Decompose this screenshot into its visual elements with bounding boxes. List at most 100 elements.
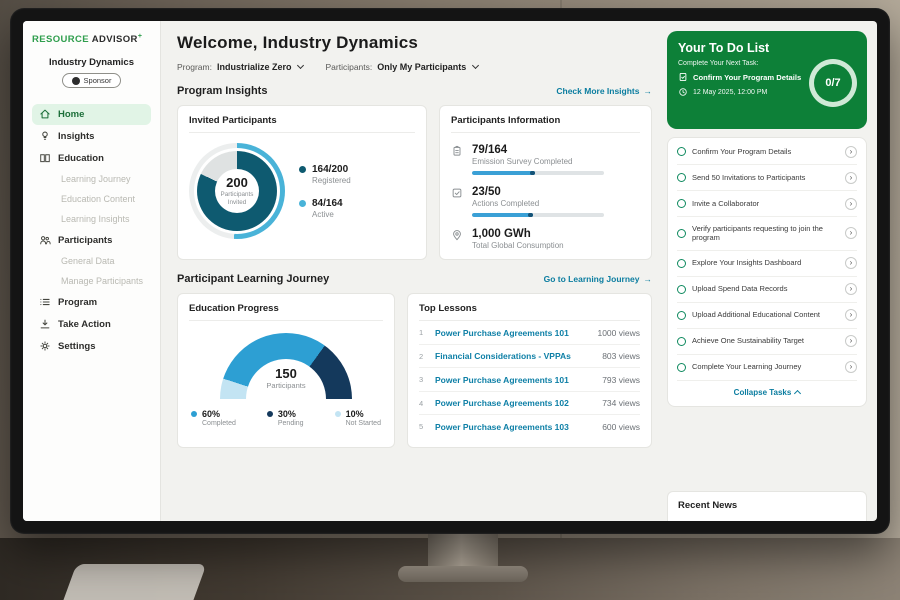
go-to-learning-journey-link[interactable]: Go to Learning Journey → [544, 274, 652, 284]
sidebar-item-learning-insights[interactable]: Learning Insights [32, 210, 151, 229]
participants-filter-label: Participants: [325, 62, 372, 72]
sidebar-item-manage-participants[interactable]: Manage Participants [32, 272, 151, 291]
task-label: Verify participants requesting to join t… [692, 224, 839, 244]
sidebar-item-insights[interactable]: Insights [32, 126, 151, 147]
check-square-icon [451, 187, 463, 199]
task-checkbox[interactable] [677, 337, 686, 346]
main-content: Welcome, Industry Dynamics Program: Indu… [161, 21, 665, 521]
sidebar-item-learning-journey[interactable]: Learning Journey [32, 170, 151, 189]
collapse-tasks-link[interactable]: Collapse Tasks [677, 381, 857, 403]
sidebar-item-home[interactable]: Home [32, 104, 151, 125]
task-chevron-right-icon[interactable]: › [845, 283, 857, 295]
sidebar-item-education-content[interactable]: Education Content [32, 190, 151, 209]
sidebar-item-label: Education [58, 153, 104, 164]
task-label: Explore Your Insights Dashboard [692, 258, 839, 268]
task-row[interactable]: Verify participants requesting to join t… [677, 217, 857, 251]
lesson-link[interactable]: Power Purchase Agreements 102 [435, 398, 594, 408]
room-background: RESOURCE ADVISOR+ Industry Dynamics Spon… [0, 0, 900, 600]
task-row[interactable]: Achieve One Sustainability Target › [677, 329, 857, 355]
monitor-stand-base [398, 566, 528, 582]
lesson-number: 5 [419, 422, 427, 431]
collapse-label: Collapse Tasks [734, 388, 792, 397]
sidebar-item-general-data[interactable]: General Data [32, 252, 151, 271]
stat-label: Total Global Consumption [472, 241, 564, 250]
sidebar-item-education[interactable]: Education [32, 148, 151, 169]
legend-dot [299, 200, 306, 207]
learning-journey-header: Participant Learning Journey Go to Learn… [177, 273, 652, 285]
donut-center: 200 Participants Invited [215, 169, 259, 213]
sidebar-item-label: Insights [58, 131, 94, 142]
task-checkbox[interactable] [677, 285, 686, 294]
stat-value: 79/164 [472, 144, 604, 156]
task-row[interactable]: Complete Your Learning Journey › [677, 355, 857, 381]
task-checkbox[interactable] [677, 229, 686, 238]
education-icon [39, 152, 51, 164]
legend-item: 84/164 Active [299, 198, 351, 219]
lesson-link[interactable]: Power Purchase Agreements 101 [435, 328, 589, 338]
task-label: Upload Spend Data Records [692, 284, 839, 294]
lesson-views: 734 views [602, 398, 640, 408]
legend-value: 60% [202, 409, 236, 419]
check-more-insights-link[interactable]: Check More Insights → [556, 86, 652, 96]
sidebar-item-take-action[interactable]: Take Action [32, 314, 151, 335]
task-row[interactable]: Confirm Your Program Details › [677, 139, 857, 165]
lesson-link[interactable]: Financial Considerations - VPPAs [435, 351, 594, 361]
insights-icon [39, 130, 51, 142]
task-checkbox[interactable] [677, 311, 686, 320]
task-chevron-right-icon[interactable]: › [845, 257, 857, 269]
task-checkbox[interactable] [677, 259, 686, 268]
legend-dot [299, 166, 306, 173]
lesson-link[interactable]: Power Purchase Agreements 101 [435, 375, 594, 385]
task-chevron-right-icon[interactable]: › [845, 227, 857, 239]
legend-label: Pending [278, 420, 304, 427]
logo-advisor: ADVISOR [92, 34, 138, 45]
sidebar-item-participants[interactable]: Participants [32, 230, 151, 251]
sidebar-item-settings[interactable]: Settings [32, 336, 151, 357]
desk-paper [63, 564, 206, 600]
legend-value: 164/200 [312, 164, 351, 175]
program-list-icon [39, 296, 51, 308]
task-checkbox[interactable] [677, 173, 686, 182]
invited-legend: 164/200 Registered 84/164 Active [299, 164, 351, 219]
task-chevron-right-icon[interactable]: › [845, 335, 857, 347]
sidebar-item-label: Home [58, 109, 84, 120]
section-title: Participant Learning Journey [177, 273, 329, 285]
stat-label: Emission Survey Completed [472, 157, 604, 166]
task-checkbox[interactable] [677, 363, 686, 372]
legend-item: 30% Pending [267, 409, 304, 427]
gauge-center-label: Participants [220, 381, 352, 390]
top-lessons-card: Top Lessons 1 Power Purchase Agreements … [407, 293, 652, 448]
clock-icon [678, 87, 688, 97]
task-chevron-right-icon[interactable]: › [845, 309, 857, 321]
recent-news-title: Recent News [678, 500, 737, 511]
task-label: Send 50 Invitations to Participants [692, 173, 839, 183]
section-title: Program Insights [177, 85, 267, 97]
task-chevron-right-icon[interactable]: › [845, 146, 857, 158]
invited-card-body: 200 Participants Invited 164/200 Registe [189, 143, 415, 239]
task-row[interactable]: Upload Additional Educational Content › [677, 303, 857, 329]
todo-summary-card: Your To Do List Complete Your Next Task:… [667, 31, 867, 129]
task-row[interactable]: Send 50 Invitations to Participants › [677, 165, 857, 191]
arrow-right-icon: → [644, 86, 653, 96]
task-label: Invite a Collaborator [692, 199, 839, 209]
sidebar: RESOURCE ADVISOR+ Industry Dynamics Spon… [23, 21, 161, 521]
todo-next-task[interactable]: Confirm Your Program Details [678, 72, 810, 82]
task-checkbox[interactable] [677, 147, 686, 156]
sidebar-item-program[interactable]: Program [32, 292, 151, 313]
monitor-bezel: RESOURCE ADVISOR+ Industry Dynamics Spon… [10, 8, 890, 534]
program-filter[interactable]: Program: Industrialize Zero [177, 62, 303, 72]
task-chevron-right-icon[interactable]: › [845, 198, 857, 210]
task-row[interactable]: Explore Your Insights Dashboard › [677, 251, 857, 277]
participants-filter[interactable]: Participants: Only My Participants [325, 62, 478, 72]
progress-bar-fill [472, 171, 535, 175]
task-row[interactable]: Upload Spend Data Records › [677, 277, 857, 303]
sidebar-item-label: Participants [58, 235, 112, 246]
task-row[interactable]: Invite a Collaborator › [677, 191, 857, 217]
sidebar-item-label: Learning Journey [61, 174, 131, 184]
sponsor-badge-icon [72, 77, 80, 85]
lesson-link[interactable]: Power Purchase Agreements 103 [435, 422, 594, 432]
education-progress-card: Education Progress 150 Participants [177, 293, 395, 448]
task-checkbox[interactable] [677, 199, 686, 208]
task-chevron-right-icon[interactable]: › [845, 361, 857, 373]
task-chevron-right-icon[interactable]: › [845, 172, 857, 184]
